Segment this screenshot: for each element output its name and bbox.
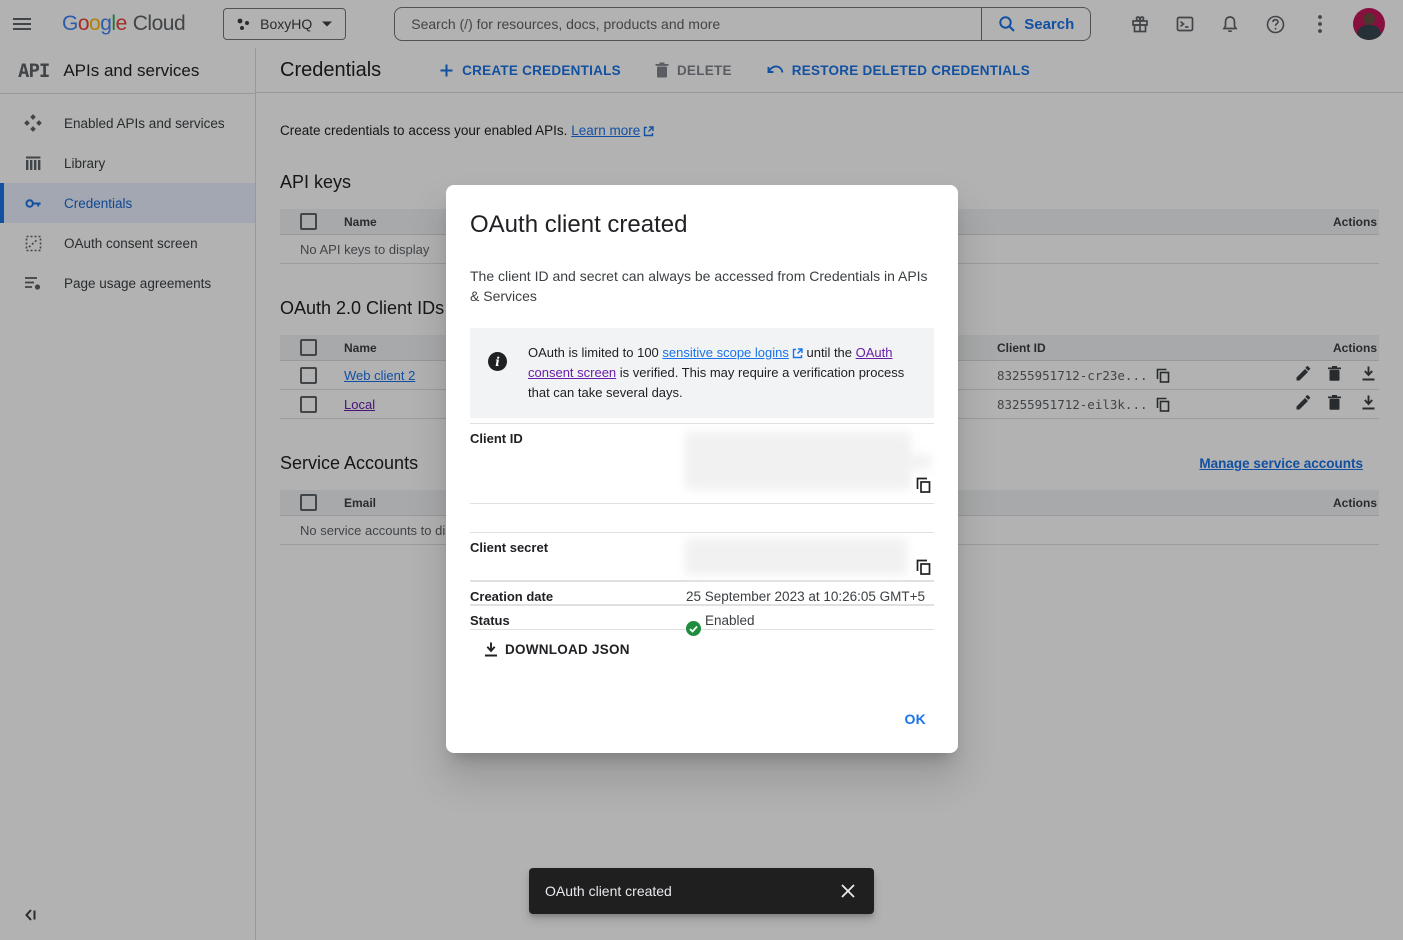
creation-date-label: Creation date xyxy=(470,582,686,604)
client-secret-label: Client secret xyxy=(470,533,686,580)
client-secret-row: Client secret xyxy=(470,532,934,581)
oauth-limit-notice: i OAuth is limited to 100 sensitive scop… xyxy=(470,328,934,418)
oauth-client-created-dialog: OAuth client created The client ID and s… xyxy=(446,185,958,753)
status-label: Status xyxy=(470,606,686,629)
copy-client-id-icon[interactable] xyxy=(916,477,932,493)
snackbar: OAuth client created xyxy=(529,868,874,914)
client-id-label: Client ID xyxy=(470,424,686,503)
creation-date-value: 25 September 2023 at 10:26:05 GMT+5 xyxy=(686,582,934,604)
status-value: Enabled xyxy=(705,613,755,628)
download-json-label: DOWNLOAD JSON xyxy=(505,642,630,657)
download-json-button[interactable]: DOWNLOAD JSON xyxy=(470,642,934,657)
ok-button[interactable]: OK xyxy=(897,705,935,733)
status-enabled-check-icon xyxy=(686,621,701,636)
close-icon[interactable] xyxy=(838,881,858,901)
notice-text: OAuth is limited to 100 sensitive scope … xyxy=(528,343,918,403)
creation-date-row: Creation date 25 September 2023 at 10:26… xyxy=(470,581,934,605)
dialog-fields: Client ID Client secret Creation date 25… xyxy=(470,423,934,630)
field-row-spacer xyxy=(470,504,934,532)
client-id-row: Client ID xyxy=(470,423,934,504)
client-id-redacted-value xyxy=(685,432,911,490)
copy-client-secret-icon[interactable] xyxy=(916,559,932,575)
sensitive-scope-logins-link[interactable]: sensitive scope logins xyxy=(662,345,788,360)
download-icon xyxy=(484,642,498,657)
client-secret-redacted-value xyxy=(685,538,907,575)
notice-prefix: OAuth is limited to 100 xyxy=(528,345,662,360)
client-id-redacted-value xyxy=(900,454,931,469)
dialog-title: OAuth client created xyxy=(470,211,934,239)
info-icon: i xyxy=(488,352,507,371)
dialog-subtitle: The client ID and secret can always be a… xyxy=(470,266,934,306)
snackbar-message: OAuth client created xyxy=(545,883,672,899)
status-row: Status Enabled xyxy=(470,605,934,630)
notice-middle: until the xyxy=(803,345,856,360)
external-link-icon xyxy=(792,348,803,359)
